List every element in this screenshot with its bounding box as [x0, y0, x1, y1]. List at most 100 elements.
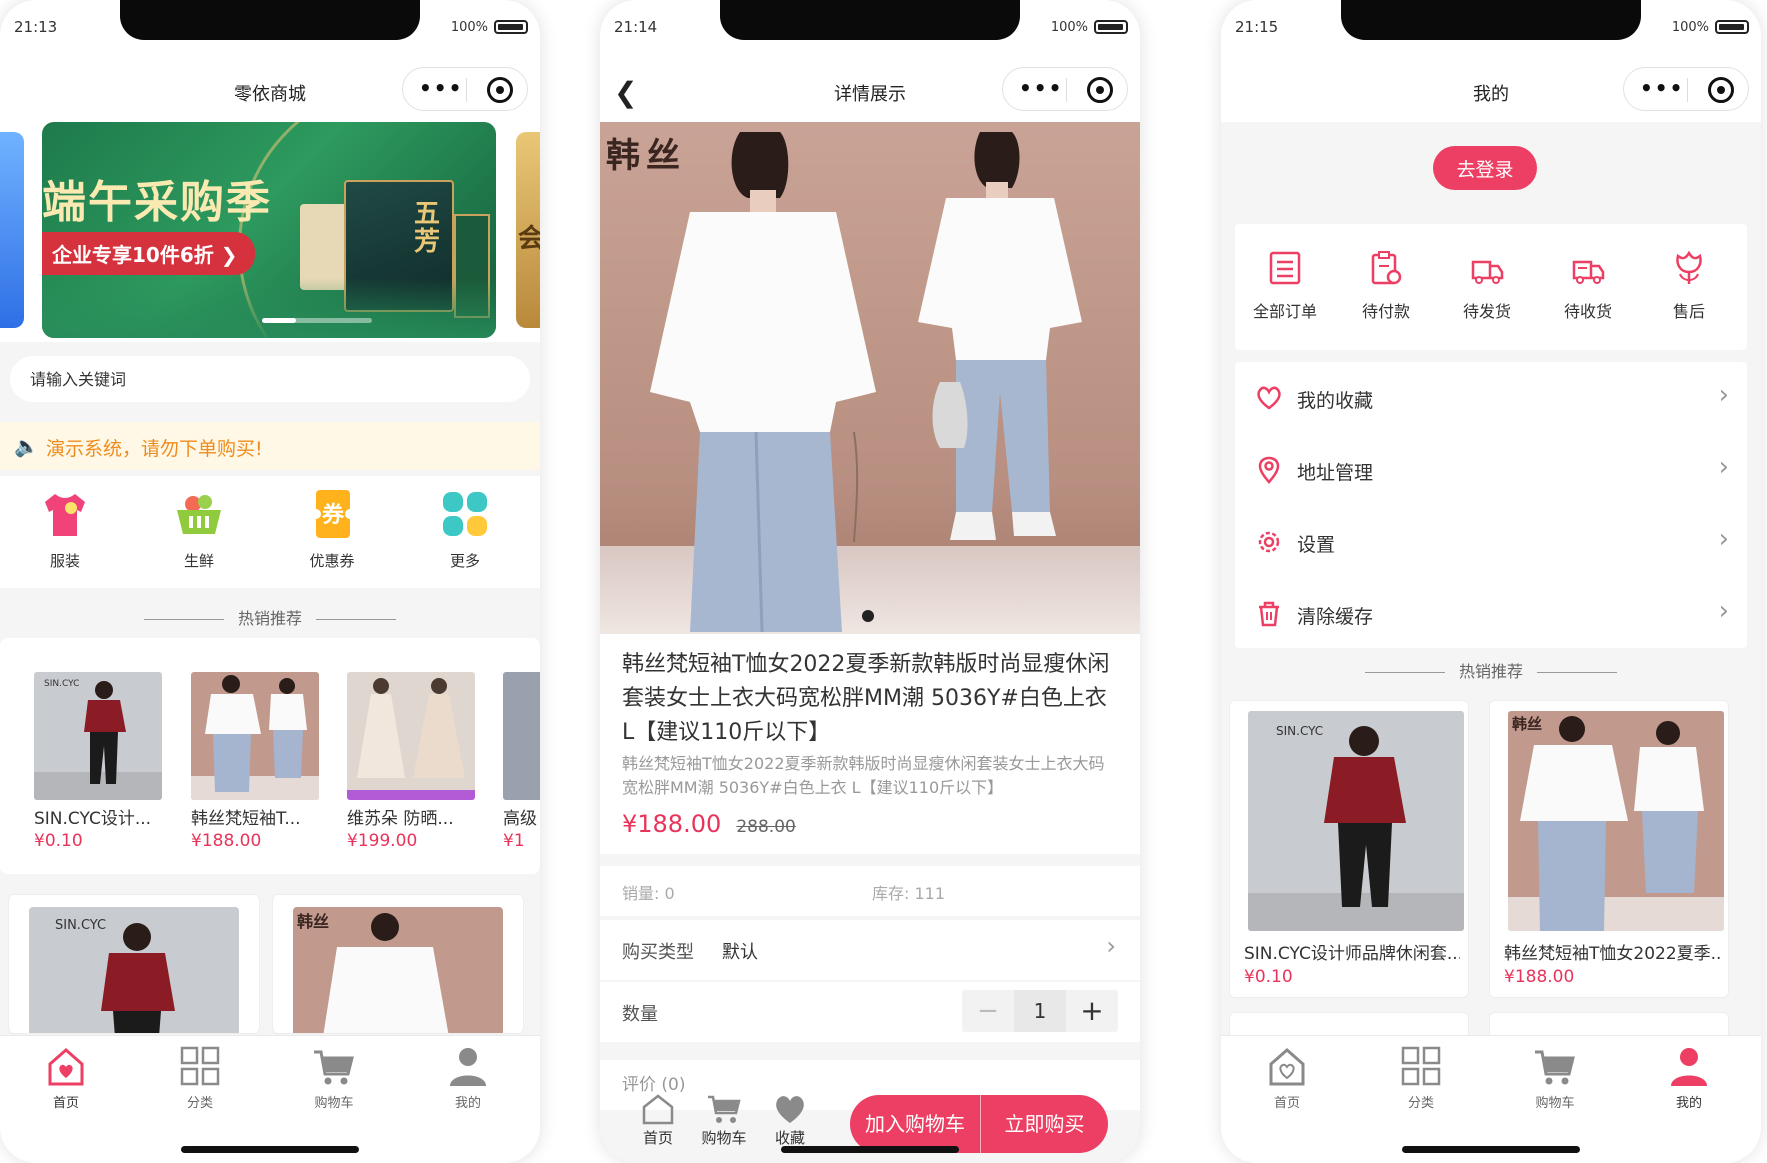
- bottom-home-button[interactable]: 首页: [628, 1093, 688, 1148]
- add-to-cart-button[interactable]: 加入购物车: [850, 1095, 980, 1153]
- tab-cart[interactable]: 购物车: [284, 1044, 384, 1111]
- battery-icon: [1715, 20, 1749, 34]
- product-card[interactable]: 高级 ¥1: [503, 672, 540, 851]
- login-button[interactable]: 去登录: [1433, 146, 1537, 190]
- gear-icon: [1255, 528, 1283, 556]
- menu-address[interactable]: 地址管理 ›: [1235, 434, 1747, 506]
- user-icon: [446, 1044, 490, 1088]
- cart-icon: [312, 1044, 356, 1088]
- bottom-cart-button[interactable]: 购物车: [694, 1093, 754, 1148]
- product-card[interactable]: 韩丝 韩丝梵短袖T恤女2022夏季... ¥188.00: [1489, 700, 1729, 998]
- buy-now-button[interactable]: 立即购买: [980, 1095, 1108, 1153]
- more-icon[interactable]: •••: [419, 76, 463, 100]
- more-icon[interactable]: •••: [1640, 76, 1684, 100]
- tab-profile[interactable]: 我的: [418, 1044, 518, 1111]
- more-icon[interactable]: •••: [1019, 76, 1063, 100]
- product-price: ¥188.00 288.00: [622, 810, 1118, 838]
- tab-home[interactable]: 首页: [16, 1044, 116, 1111]
- gallery-indicator: [862, 610, 874, 622]
- pay-icon: [1369, 250, 1403, 286]
- tab-category[interactable]: 分类: [150, 1044, 250, 1111]
- menu-settings[interactable]: 设置 ›: [1235, 506, 1747, 578]
- phone-home: 21:13 100% 零依商城 ••• 端午采购季 企业专享10件6折 ❯ 五芳…: [0, 0, 540, 1163]
- status-bar: 21:14 100%: [600, 0, 1140, 60]
- product-card[interactable]: 韩丝梵短袖T... ¥188.00: [191, 672, 323, 851]
- battery-percent: 100%: [450, 20, 488, 35]
- notch: [720, 0, 1020, 40]
- mini-program-capsule[interactable]: •••: [402, 67, 528, 111]
- profile-menu: 我的收藏 › 地址管理 › 设置 › 清除缓存 ›: [1235, 362, 1747, 648]
- menu-clear-cache[interactable]: 清除缓存 ›: [1235, 578, 1747, 650]
- product-image: 韩丝: [293, 907, 503, 1033]
- product-subtitle: 韩丝梵短袖T恤女2022夏季新款韩版时尚显瘦休闲套装女士上衣大码宽松胖MM潮 5…: [622, 754, 1105, 797]
- banner-carousel[interactable]: 端午采购季 企业专享10件6折 ❯ 五芳 会: [0, 122, 540, 342]
- mini-program-capsule[interactable]: •••: [1623, 67, 1749, 111]
- nav-bar: ❮ 详情展示 •••: [600, 60, 1140, 122]
- product-card[interactable]: 韩丝: [272, 894, 524, 1034]
- tab-home[interactable]: 首页: [1237, 1044, 1337, 1111]
- product-card[interactable]: SIN.CYC SIN.CYC设计... ¥0.10: [34, 672, 166, 851]
- tab-category[interactable]: 分类: [1371, 1044, 1471, 1111]
- home-icon: [1265, 1044, 1309, 1088]
- close-miniprogram-icon[interactable]: [487, 77, 513, 103]
- order-shortcuts: 全部订单 待付款 待发货 待收货 售后: [1235, 224, 1747, 350]
- battery-percent: 100%: [1671, 20, 1709, 35]
- buy-type-value: 默认: [722, 942, 758, 963]
- tab-profile[interactable]: 我的: [1639, 1044, 1739, 1111]
- battery-icon: [494, 20, 528, 34]
- product-stats: 销量: 0 库存: 111: [600, 866, 1140, 916]
- product-title: 韩丝梵短袖T恤女2022夏季新款韩版时尚显瘦休闲套装女士上衣大码宽松胖MM潮 5…: [622, 652, 1110, 745]
- product-gallery[interactable]: 韩丝: [600, 122, 1140, 634]
- decrease-button[interactable]: −: [962, 990, 1014, 1032]
- buy-type-row[interactable]: 购买类型 默认 ›: [600, 920, 1140, 980]
- quantity-value[interactable]: 1: [1014, 990, 1066, 1032]
- phone-detail: 21:14 100% ❮ 详情展示 ••• 韩丝 韩丝梵短袖T恤女2022夏季新…: [600, 0, 1140, 1163]
- status-bar: 21:15 100%: [1221, 0, 1761, 60]
- notice-bar: 🔈 演示系统，请勿下单购买!: [0, 422, 540, 470]
- product-image: [191, 672, 319, 800]
- chevron-right-icon: ›: [1718, 596, 1729, 626]
- grid-icon: [437, 486, 493, 542]
- location-icon: [1255, 456, 1283, 484]
- hot-products-scroll[interactable]: SIN.CYC SIN.CYC设计... ¥0.10 韩丝梵短袖T... ¥18…: [0, 638, 540, 874]
- close-miniprogram-icon[interactable]: [1708, 77, 1734, 103]
- tab-cart[interactable]: 购物车: [1505, 1044, 1605, 1111]
- banner-next-slide[interactable]: 会: [516, 132, 540, 328]
- quantity-row: 数量 − 1 +: [600, 982, 1140, 1042]
- increase-button[interactable]: +: [1066, 990, 1118, 1032]
- svg-text:券: 券: [321, 502, 345, 528]
- order-all[interactable]: 全部订单: [1235, 250, 1335, 322]
- banner-slide[interactable]: 端午采购季 企业专享10件6折 ❯ 五芳: [42, 122, 496, 338]
- coupon-icon: 券: [304, 486, 360, 542]
- order-to-ship[interactable]: 待发货: [1437, 250, 1537, 322]
- close-miniprogram-icon[interactable]: [1087, 77, 1113, 103]
- model-image: [650, 132, 876, 632]
- order-to-receive[interactable]: 待收货: [1538, 250, 1638, 322]
- search-input[interactable]: [10, 356, 530, 402]
- order-after-sale[interactable]: 售后: [1639, 250, 1739, 322]
- svg-text:SIN.CYC: SIN.CYC: [55, 918, 106, 933]
- truck-icon: [1470, 250, 1504, 286]
- chevron-right-icon: ›: [1106, 932, 1116, 960]
- tab-bar: 首页 分类 购物车 我的: [0, 1035, 540, 1163]
- cart-icon: [706, 1093, 742, 1125]
- flower-icon: [1672, 250, 1706, 286]
- product-card[interactable]: SIN.CYC: [8, 894, 260, 1034]
- category-fresh[interactable]: 生鲜: [139, 486, 259, 582]
- nav-bar: 我的 •••: [1221, 60, 1761, 122]
- home-icon: [640, 1093, 676, 1125]
- product-card[interactable]: SIN.CYC SIN.CYC设计师品牌休闲套... ¥0.10: [1229, 700, 1469, 998]
- product-card[interactable]: 维苏朵 防晒... ¥199.00: [347, 672, 479, 851]
- cart-icon: [1533, 1044, 1577, 1088]
- category-more[interactable]: 更多: [405, 486, 525, 582]
- mini-program-capsule[interactable]: •••: [1002, 67, 1128, 111]
- category-coupon[interactable]: 券 优惠券: [272, 486, 392, 582]
- menu-favorites[interactable]: 我的收藏 ›: [1235, 362, 1747, 434]
- bottom-favorite-button[interactable]: 收藏: [760, 1093, 820, 1148]
- home-icon: [44, 1044, 88, 1088]
- tab-bar: 首页 分类 购物车 我的: [1221, 1035, 1761, 1163]
- order-unpaid[interactable]: 待付款: [1336, 250, 1436, 322]
- banner-prev-slide[interactable]: [0, 132, 24, 328]
- banner-subtitle: 企业专享10件6折 ❯: [42, 232, 256, 275]
- category-clothing[interactable]: 服装: [5, 486, 125, 582]
